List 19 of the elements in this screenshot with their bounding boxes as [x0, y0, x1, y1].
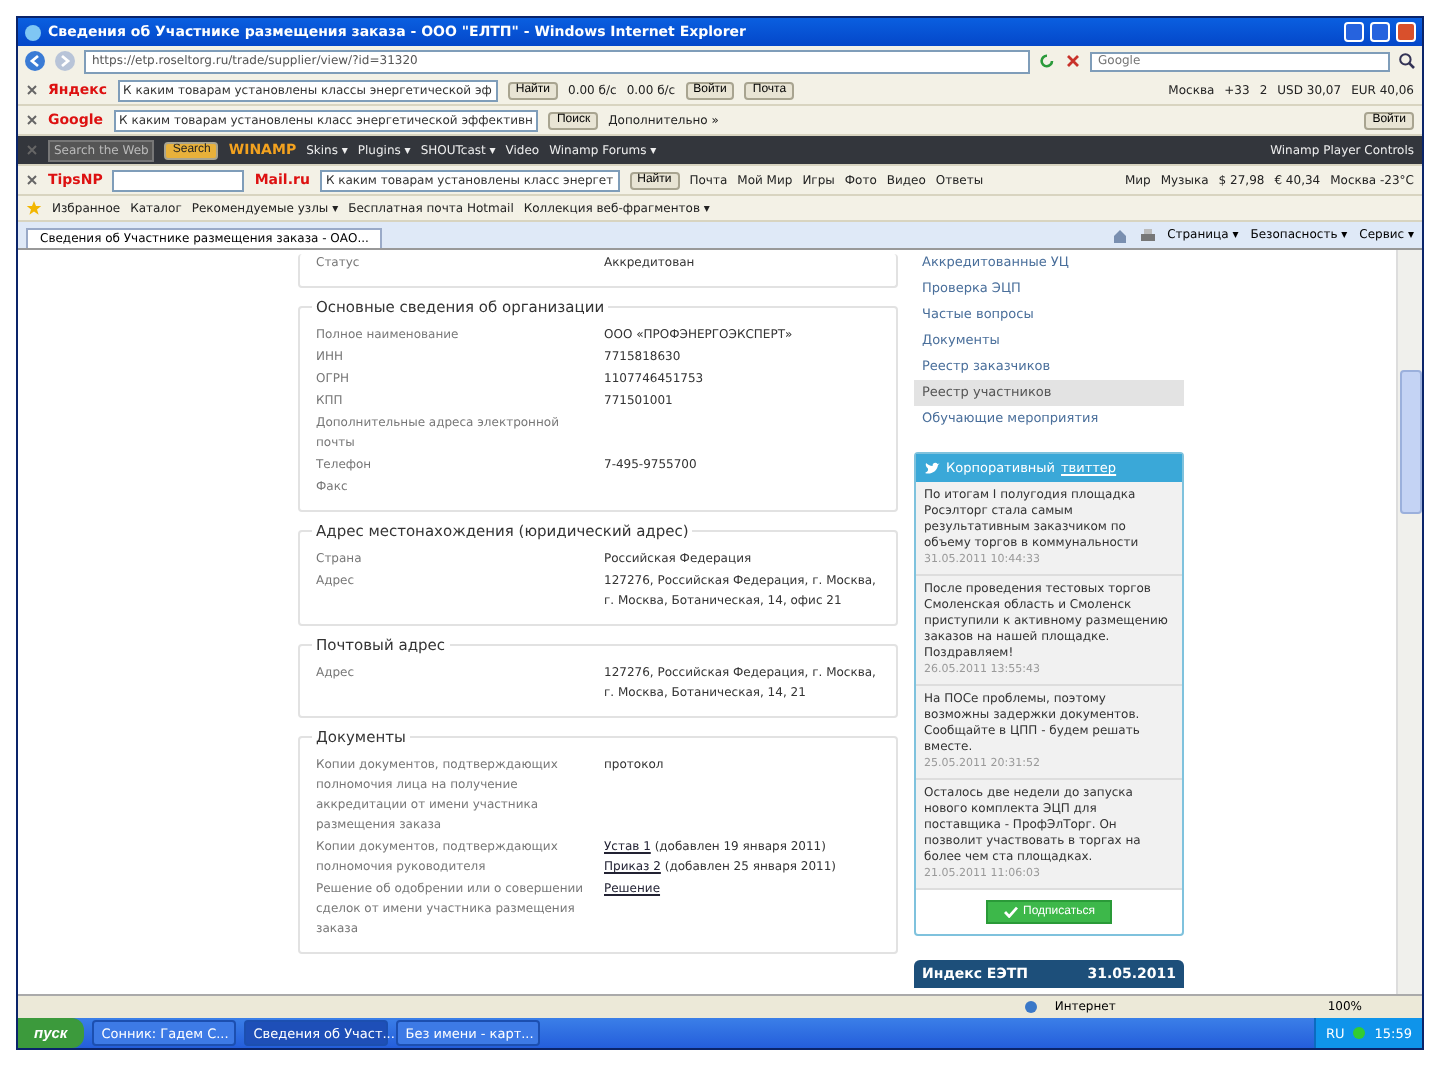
bird-icon [924, 461, 940, 475]
close-icon[interactable] [26, 174, 38, 186]
search-icon[interactable] [1398, 52, 1416, 70]
search-field[interactable] [112, 169, 245, 191]
close-icon[interactable] [26, 114, 38, 126]
close-icon[interactable] [26, 144, 38, 156]
stop-icon[interactable] [1064, 52, 1082, 70]
maximize-button[interactable] [1370, 22, 1390, 42]
minimize-button[interactable] [1344, 22, 1364, 42]
refresh-icon[interactable] [1038, 52, 1056, 70]
star-icon[interactable] [26, 200, 42, 216]
home-icon[interactable] [1111, 227, 1128, 243]
check-icon [1003, 906, 1018, 918]
scrollbar-thumb[interactable] [1399, 370, 1421, 514]
back-icon[interactable] [24, 50, 46, 72]
close-icon[interactable] [26, 84, 38, 96]
print-icon[interactable] [1139, 227, 1156, 243]
close-button[interactable] [1396, 22, 1416, 42]
scrollbar[interactable] [1396, 250, 1422, 994]
